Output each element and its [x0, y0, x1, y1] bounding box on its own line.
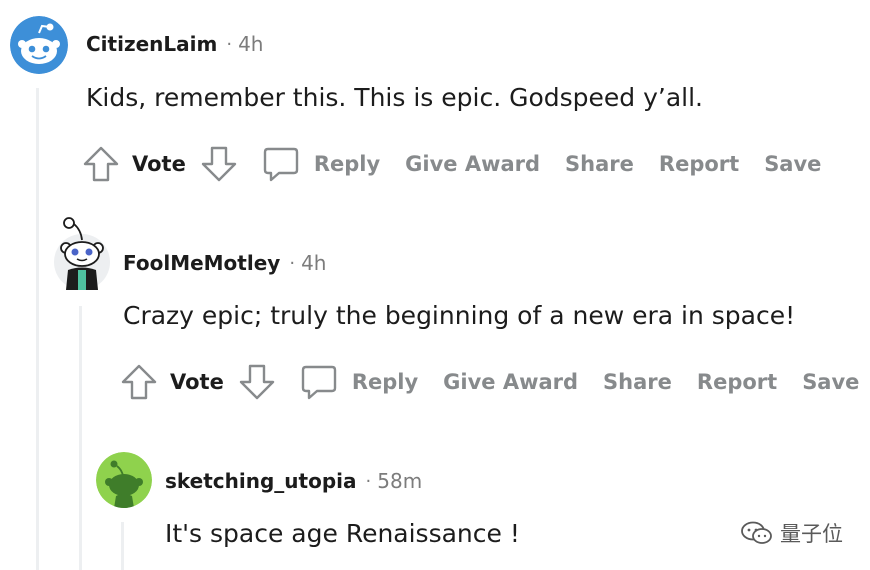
give-award-button[interactable]: Give Award [405, 152, 540, 176]
downvote-arrow-icon [201, 146, 237, 182]
avatar[interactable] [96, 452, 152, 508]
report-button[interactable]: Report [697, 370, 777, 394]
comment-actions: Vote Reply Give Award Share Report Save [120, 363, 870, 401]
reply-button[interactable]: Reply [262, 145, 380, 183]
comment-header: CitizenLaim · 4h [86, 32, 263, 56]
save-button[interactable]: Save [764, 152, 821, 176]
downvote-button[interactable] [200, 145, 238, 183]
reply-label: Reply [351, 370, 419, 394]
separator-dot: · [289, 252, 296, 274]
thread-line-level-1[interactable] [36, 88, 39, 570]
comment-body: It's space age Renaissance ! [165, 519, 520, 548]
downvote-arrow-icon [239, 364, 275, 400]
upvote-button[interactable] [120, 363, 158, 401]
avatar[interactable] [10, 16, 68, 74]
report-button[interactable]: Report [659, 152, 739, 176]
reply-button[interactable]: Reply [300, 363, 418, 401]
save-button[interactable]: Save [802, 370, 859, 394]
watermark: 量子位 [740, 518, 843, 548]
snoo-avatar-icon [96, 452, 152, 508]
separator-dot: · [226, 33, 233, 55]
comment-body: Kids, remember this. This is epic. Godsp… [86, 83, 704, 112]
avatar[interactable] [52, 214, 112, 292]
username[interactable]: CitizenLaim [86, 32, 217, 56]
username[interactable]: sketching_utopia [165, 469, 357, 493]
upvote-arrow-icon [83, 146, 119, 182]
vote-count: Vote [132, 152, 186, 176]
share-button[interactable]: Share [603, 370, 672, 394]
comment-body: Crazy epic; truly the beginning of a new… [123, 301, 796, 330]
comment-bubble-icon [301, 365, 337, 400]
give-award-button[interactable]: Give Award [443, 370, 578, 394]
vote-count: Vote [170, 370, 224, 394]
thread-line-level-2[interactable] [79, 306, 82, 570]
thread-line-level-3[interactable] [121, 522, 124, 570]
timestamp[interactable]: 4h [301, 251, 326, 275]
share-button[interactable]: Share [565, 152, 634, 176]
snoo-avatar-icon [10, 16, 68, 74]
reply-label: Reply [313, 152, 381, 176]
username[interactable]: FoolMeMotley [123, 251, 280, 275]
comment-header: sketching_utopia · 58m [165, 469, 422, 493]
upvote-arrow-icon [121, 364, 157, 400]
comment-header: FoolMeMotley · 4h [123, 251, 326, 275]
separator-dot: · [365, 470, 372, 492]
watermark-label: 量子位 [780, 522, 843, 546]
wechat-logo-icon [741, 521, 772, 544]
downvote-button[interactable] [238, 363, 276, 401]
snoo-avatar-icon [54, 217, 110, 290]
comment-bubble-icon [263, 147, 299, 182]
timestamp[interactable]: 58m [377, 469, 422, 493]
upvote-button[interactable] [82, 145, 120, 183]
comment-actions: Vote Reply Give Award Share Report Save [82, 145, 846, 183]
timestamp[interactable]: 4h [238, 32, 263, 56]
